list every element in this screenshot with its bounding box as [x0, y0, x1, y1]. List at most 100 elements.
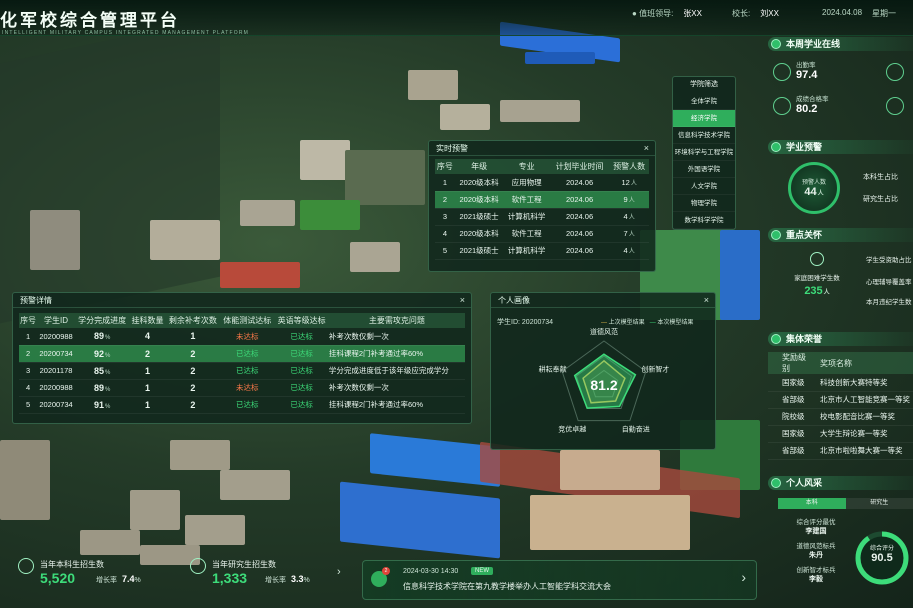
wd-col-header: 挂科数量	[129, 313, 166, 328]
pass-icon	[773, 97, 791, 115]
wd-cell-fail: 1	[129, 362, 166, 380]
warning-detail-title-text: 预警详情	[20, 296, 52, 305]
ug-value: 5,520	[40, 570, 76, 586]
progress-value: 89	[93, 331, 104, 342]
fail-value: 1	[144, 399, 150, 410]
table-row[interactable]: 3 2021级硕士 计算机科学 2024.06 4人	[435, 208, 649, 226]
pg-label: 当年研究生招生数	[212, 560, 276, 569]
table-row[interactable]: 2 20200734 92% 2 2 已达标 已达标 挂科课程2门补考通过率60%	[19, 345, 465, 363]
honor-name: 科技创新大赛特等奖	[810, 374, 913, 392]
filter-item[interactable]: 经济学院	[673, 110, 735, 127]
focus-center: 家庭困难学生数 235人	[782, 252, 852, 297]
table-row[interactable]: 2 2020级本科 软件工程 2024.06 9人	[435, 191, 649, 209]
pass-label: 成绩合格率	[796, 96, 829, 103]
filter-item[interactable]: 外国语学院	[673, 161, 735, 178]
table-row[interactable]: 4 20200988 89% 1 2 未达标 已达标 补考次数仅剩一次	[19, 379, 465, 397]
rt-cell-no: 1	[435, 174, 455, 192]
user-icon	[18, 558, 34, 574]
wd-cell-fail: 4	[129, 328, 166, 346]
tab-postgrad[interactable]: 研究生	[845, 498, 913, 509]
progress-value: 92	[93, 348, 104, 359]
tab-undergrad[interactable]: 本科	[778, 498, 846, 509]
rt-cell-grade: 2020级本科	[454, 174, 504, 192]
filter-item[interactable]: 全体学院	[673, 93, 735, 110]
wd-cell-progress: 91%	[74, 396, 130, 414]
table-row[interactable]: 1 20200988 89% 4 1 未达标 已达标 补考次数仅剩一次	[19, 328, 465, 346]
table-row[interactable]: 省部级 北京市啦啦舞大赛一等奖	[768, 442, 913, 460]
header-date: 2024.04.08	[822, 8, 863, 17]
warning-detail-title: 预警详情 ×	[13, 293, 471, 308]
warning-gauge: 预警人数 44人	[788, 162, 840, 214]
filter-item[interactable]: 数学科学学院	[673, 212, 735, 229]
rt-cell-grade: 2021级硕士	[454, 208, 504, 226]
rt-cell-no: 5	[435, 242, 455, 260]
table-row[interactable]: 1 2020级本科 应用物理 2024.06 12人	[435, 174, 649, 192]
news-banner[interactable]: 2 2024-03-30 14:30 NEW 信息科学技术学院在第九教学楼举办人…	[362, 560, 757, 600]
retake-value: 2	[190, 365, 196, 376]
wd-col-header: 剩余补考次数	[165, 313, 221, 328]
rt-count-unit: 人	[628, 198, 635, 204]
table-row[interactable]: 5 20200734 91% 1 2 已达标 已达标 挂科课程2门补考通过率60%	[19, 396, 465, 414]
filter-item[interactable]: 人文学院	[673, 178, 735, 195]
award-label: 综合评分最优	[796, 519, 836, 526]
wd-cell-no: 2	[19, 345, 38, 363]
chevron-right-icon[interactable]: ›	[337, 566, 341, 578]
table-row[interactable]: 4 2020级本科 软件工程 2024.06 7人	[435, 225, 649, 243]
filter-item[interactable]: 环境科学与工程学院	[673, 144, 735, 161]
notify-count: 2	[382, 567, 390, 575]
portrait-score: 81.2	[590, 377, 617, 393]
award-item: 道德风范标兵 朱丹	[780, 540, 852, 560]
wd-cell-progress: 89%	[74, 379, 130, 397]
portrait-panel: 个人画像 × 学生ID: 20200734 — 上次模型结果 — 本次模型结果 …	[490, 292, 716, 450]
weekly-section: 本周学业在线 出勤率 97.4 成绩合格率 80.2	[768, 37, 913, 129]
ug-label: 当年本科生招生数	[40, 560, 104, 569]
table-row[interactable]: 国家级 大学生辩论赛一等奖	[768, 425, 913, 443]
table-row[interactable]: 3 20201178 85% 1 2 已达标 已达标 学分完成进度低于该年级应完成学分	[19, 362, 465, 380]
wd-cell-en: 已达标	[274, 345, 329, 363]
close-icon[interactable]: ×	[644, 141, 649, 156]
weekly-attendance: 出勤率 97.4	[796, 59, 817, 81]
close-icon[interactable]: ×	[460, 293, 465, 308]
close-icon[interactable]: ×	[704, 293, 709, 308]
wd-cell-fail: 2	[129, 345, 166, 363]
score-text: 综合评分 90.5	[852, 543, 912, 564]
legend-curr: 本次模型结果	[657, 320, 694, 326]
pg-growth-label: 增长率	[265, 577, 286, 584]
rt-cell-major: 应用物理	[503, 174, 550, 192]
gauge-unit: 人	[817, 191, 824, 197]
duty-leader-value: 张XX	[683, 9, 702, 18]
rt-cell-count: 12人	[609, 174, 649, 192]
filter-item[interactable]: 信息科学技术学院	[673, 127, 735, 144]
radar-label: 自勤奋进	[622, 425, 650, 434]
progress-unit: %	[104, 369, 111, 376]
header-weekday: 星期一	[872, 9, 896, 18]
rt-cell-count: 7人	[609, 225, 649, 243]
focus-item-2: 本月违纪学生数	[866, 299, 912, 306]
rt-cell-date: 2024.06	[549, 174, 610, 192]
table-row[interactable]: 国家级 科技创新大赛特等奖	[768, 374, 913, 392]
attendance-icon	[773, 63, 791, 81]
filter-item[interactable]: 物理学院	[673, 195, 735, 212]
ug-enrollment: 当年本科生招生数 5,520 增长率 7.4%	[18, 556, 188, 606]
chevron-right-icon[interactable]: ›	[741, 569, 746, 585]
honor-name: 大学生辩论赛一等奖	[810, 425, 913, 443]
table-row[interactable]: 院校级 校电影配音比赛一等奖	[768, 408, 913, 426]
wd-cell-issue: 挂科课程2门补考通过率60%	[328, 396, 465, 414]
legend-prev: 上次模型结果	[608, 320, 645, 326]
table-row[interactable]: 5 2021级硕士 计算机科学 2024.06 4人	[435, 242, 649, 260]
progress-value: 91	[93, 399, 104, 410]
wd-cell-id: 20200734	[37, 396, 75, 414]
rt-cell-date: 2024.06	[549, 191, 610, 209]
rt-cell-date: 2024.06	[549, 208, 610, 226]
warning-detail-table: 序号 学生ID 学分完成进度 挂科数量 剩余补考次数 体能测试达标 英语等级达标 主要需攻克问…	[19, 313, 465, 414]
ug-growth-label: 增长率	[96, 577, 117, 584]
rt-count-value: 4	[623, 246, 628, 255]
news-text: 信息科学技术学院在第九教学楼举办人工智能学科交流大会	[403, 582, 611, 591]
rt-cell-count: 9人	[609, 191, 649, 209]
rt-count-unit: 人	[628, 232, 635, 238]
table-row[interactable]: 省部级 北京市人工智能竞赛一等奖	[768, 391, 913, 409]
honor-table: 奖励级别 奖项名称 国家级 科技创新大赛特等奖 省部级 北京市人工智能竞赛一等奖 院校级…	[768, 352, 913, 460]
honor-name: 北京市啦啦舞大赛一等奖	[810, 442, 913, 460]
wd-cell-pe: 已达标	[220, 345, 275, 363]
rt-count-value: 9	[623, 195, 628, 204]
